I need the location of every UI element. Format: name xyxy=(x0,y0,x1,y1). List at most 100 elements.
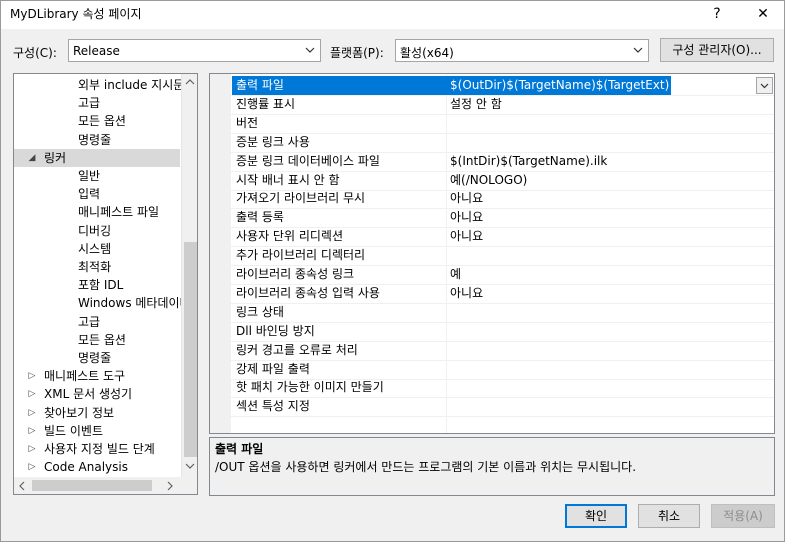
tree-item-label: 모든 옵션 xyxy=(78,332,126,347)
property-name: 강제 파일 출력 xyxy=(236,361,310,376)
tree-item[interactable]: 명령줄 xyxy=(14,349,180,367)
property-row[interactable]: 출력 등록 아니요 xyxy=(210,208,774,229)
tree-item[interactable]: ◢ 링커 xyxy=(14,148,180,167)
tree-horizontal-scrollbar[interactable] xyxy=(14,477,197,494)
property-name: 출력 파일 xyxy=(232,76,450,95)
tree-item[interactable]: 포함 IDL xyxy=(14,276,180,294)
property-row[interactable]: 라이브러리 종속성 입력 사용 아니요 xyxy=(210,284,774,304)
tree-item[interactable]: ▷ Code Analysis xyxy=(14,458,180,476)
scroll-down-icon[interactable] xyxy=(185,462,195,470)
property-value: $(IntDir)$(TargetName).ilk xyxy=(450,153,608,168)
tree-scroll-thumb[interactable] xyxy=(184,242,197,457)
platform-combo[interactable]: 활성(x64) xyxy=(395,39,649,62)
property-row[interactable]: 출력 파일 $(OutDir)$(TargetName)$(TargetExt) xyxy=(210,76,774,96)
tree-item-label: 고급 xyxy=(78,96,101,111)
expand-icon[interactable]: ▷ xyxy=(26,367,38,385)
tree-item[interactable]: ▷ 찾아보기 정보 xyxy=(14,404,180,422)
property-name: 라이브러리 종속성 링크 xyxy=(236,267,355,281)
property-tree: 외부 include 지시문 고급 모든 옵션 명령줄 ◢ 링커 일반 입력 매니페스트 파일 디… xyxy=(13,73,198,495)
tree-item[interactable]: 일반 xyxy=(14,167,180,185)
tree-item[interactable]: ▷ 빌드 이벤트 xyxy=(14,422,180,440)
property-value[interactable]: $(OutDir)$(TargetName)$(TargetExt) xyxy=(448,76,672,95)
platform-value: 활성(x64) xyxy=(400,46,454,60)
property-row[interactable]: 버전 xyxy=(210,114,774,134)
expand-icon[interactable]: ▷ xyxy=(26,440,38,458)
tree-item[interactable]: 모든 옵션 xyxy=(14,331,180,349)
description-panel: 출력 파일 /OUT 옵션을 사용하면 링커에서 만드는 프로그램의 기본 이름… xyxy=(209,437,775,496)
tree-item[interactable]: 명령줄 xyxy=(14,131,180,149)
ok-button[interactable]: 확인 xyxy=(565,504,627,528)
property-name: 추가 라이브러리 디렉터리 xyxy=(236,248,366,263)
help-button[interactable]: ? xyxy=(697,1,737,27)
property-name: 증분 링크 데이터베이스 파일 xyxy=(236,153,380,168)
property-row[interactable]: 증분 링크 사용 xyxy=(210,133,774,153)
expand-icon[interactable]: ▷ xyxy=(26,404,38,422)
property-row[interactable]: 링커 경고를 오류로 처리 xyxy=(210,341,774,361)
property-row[interactable]: 시작 배너 표시 안 함 예(/NOLOGO) xyxy=(210,171,774,191)
property-name: 섹션 특성 지정 xyxy=(236,399,310,414)
tree-item[interactable]: 디버깅 xyxy=(14,222,180,240)
property-name: 사용자 단위 리디렉션 xyxy=(236,229,343,244)
property-grid: 출력 파일 $(OutDir)$(TargetName)$(TargetExt) 진… xyxy=(209,73,775,434)
property-row[interactable]: 라이브러리 종속성 링크 예 xyxy=(210,265,774,285)
tree-item[interactable]: 최적화 xyxy=(14,258,180,276)
scroll-up-icon[interactable] xyxy=(185,78,195,86)
property-name: 라이브러리 종속성 입력 사용 xyxy=(236,285,380,300)
property-name: 증분 링크 사용 xyxy=(236,134,310,149)
config-manager-button[interactable]: 구성 관리자(O)... xyxy=(660,38,774,62)
expand-icon[interactable]: ▷ xyxy=(26,422,38,440)
tree-hscroll-thumb[interactable] xyxy=(32,480,152,491)
config-combo[interactable]: Release xyxy=(68,39,321,62)
tree-item[interactable]: 매니페스트 파일 xyxy=(14,203,180,221)
property-name: 링크 상태 xyxy=(236,304,284,319)
property-row[interactable]: 증분 링크 데이터베이스 파일 $(IntDir)$(TargetName).il… xyxy=(210,152,774,172)
property-row[interactable]: 추가 라이브러리 디렉터리 xyxy=(210,246,774,267)
tree-item[interactable]: 입력 xyxy=(14,185,180,203)
tree-item-label: Windows 메타데이터 xyxy=(78,296,191,311)
tree-vertical-scrollbar[interactable] xyxy=(181,74,197,477)
tree-item-label: 포함 IDL xyxy=(78,278,124,293)
tree-item[interactable]: ▷ 사용자 지정 빌드 단계 xyxy=(14,440,180,458)
tree-item-label: 매니페스트 도구 xyxy=(44,369,126,384)
value-dropdown-button[interactable] xyxy=(756,77,773,94)
property-row[interactable]: 진행률 표시 설정 안 함 xyxy=(210,95,774,115)
property-name: 가져오기 라이브러리 무시 xyxy=(236,191,366,206)
property-row[interactable]: 강제 파일 출력 xyxy=(210,360,774,380)
tree-item[interactable]: 고급 xyxy=(14,313,180,331)
expand-icon[interactable]: ▷ xyxy=(26,385,38,403)
property-value: 설정 안 함 xyxy=(450,96,502,111)
property-row[interactable]: 가져오기 라이브러리 무시 아니요 xyxy=(210,189,774,210)
chevron-down-icon xyxy=(305,47,315,53)
property-name: 핫 패치 가능한 이미지 만들기 xyxy=(236,380,384,395)
apply-button[interactable]: 적용(A) xyxy=(711,504,775,528)
close-button[interactable]: ✕ xyxy=(743,1,783,27)
tree-item-label: 링커 xyxy=(44,150,67,165)
tree-item[interactable]: 모든 옵션 xyxy=(14,112,180,130)
property-value: 아니요 xyxy=(450,210,484,225)
tree-item-label: XML 문서 생성기 xyxy=(44,387,133,402)
expand-icon[interactable]: ▷ xyxy=(26,458,38,476)
property-row[interactable]: Dll 바인딩 방지 xyxy=(210,322,774,342)
tree-item-label: 매니페스트 파일 xyxy=(78,205,160,220)
scroll-right-icon[interactable] xyxy=(166,481,174,491)
tree-item[interactable]: ▷ 매니페스트 도구 xyxy=(14,367,180,385)
tree-item[interactable]: 외부 include 지시문 xyxy=(14,76,184,94)
tree-item-label: 최적화 xyxy=(78,260,112,274)
cancel-button[interactable]: 취소 xyxy=(638,504,700,528)
tree-item[interactable]: 시스템 xyxy=(14,240,180,258)
property-value: 예(/NOLOGO) xyxy=(450,172,528,187)
property-name: 버전 xyxy=(236,115,259,130)
property-row[interactable]: 섹션 특성 지정 xyxy=(210,397,774,418)
tree-item[interactable]: 고급 xyxy=(14,94,180,112)
scroll-left-icon[interactable] xyxy=(18,481,26,491)
property-row[interactable]: 링크 상태 xyxy=(210,303,774,323)
tree-item[interactable]: ▷ XML 문서 생성기 xyxy=(14,385,180,403)
tree-item[interactable]: Windows 메타데이터 xyxy=(14,294,191,312)
tree-item-label: 명령줄 xyxy=(78,351,112,365)
config-value: Release xyxy=(73,44,120,58)
property-row[interactable]: 핫 패치 가능한 이미지 만들기 xyxy=(210,378,774,399)
property-name: 출력 등록 xyxy=(236,210,284,225)
tree-item-label: 사용자 지정 빌드 단계 xyxy=(44,442,155,456)
collapse-icon[interactable]: ◢ xyxy=(26,149,38,167)
property-row[interactable]: 사용자 단위 리디렉션 아니요 xyxy=(210,227,774,248)
